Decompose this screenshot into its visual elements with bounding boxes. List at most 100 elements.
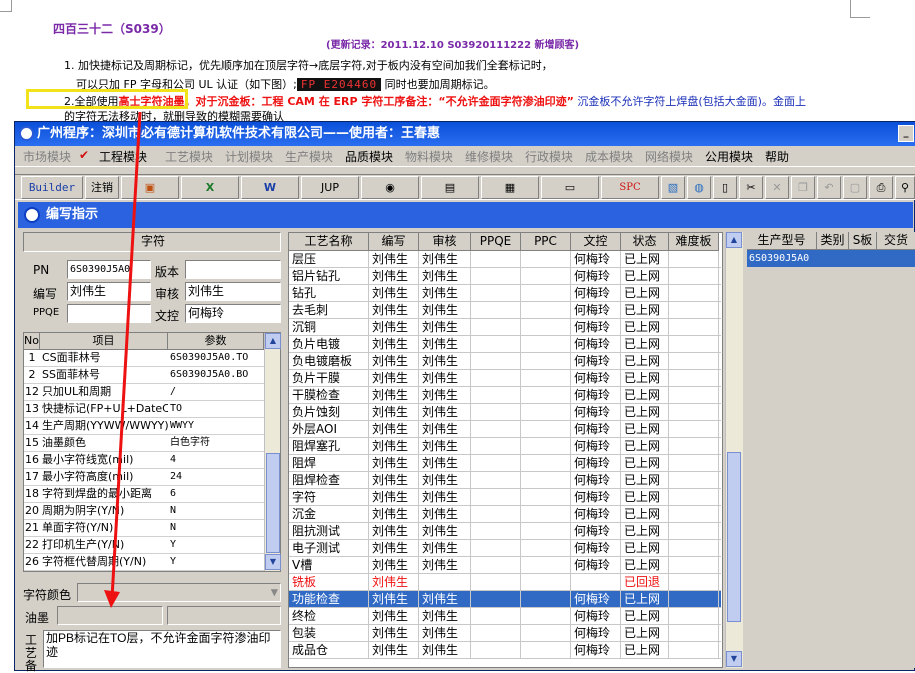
table-row[interactable]: 沉铜 刘伟生 刘伟生 何梅玲 已上网 — [289, 319, 721, 336]
undo-icon[interactable]: ↶ — [817, 176, 841, 199]
scroll-thumb[interactable] — [266, 453, 280, 553]
color-select[interactable]: ▼ — [77, 583, 281, 602]
review-field[interactable]: 刘伟生 — [185, 282, 281, 301]
table-row[interactable]: 负片蚀刻 刘伟生 刘伟生 何梅玲 已上网 — [289, 404, 721, 421]
table-row[interactable]: 14 生产周期(YYWW/WWYY) WWYY — [24, 418, 264, 435]
cell-no: 16 — [25, 453, 39, 466]
menu-network[interactable]: 网络模块 — [645, 148, 693, 165]
table-row[interactable]: 负片干膜 刘伟生 刘伟生 何梅玲 已上网 — [289, 370, 721, 387]
cell-val: 6 — [170, 488, 177, 499]
excel-icon[interactable]: X — [181, 176, 239, 199]
database-icon[interactable]: ▤ — [421, 176, 479, 199]
table-row[interactable]: 6S0390J5A0 — [747, 250, 915, 267]
table-row[interactable]: 12 只加UL和周期 / — [24, 384, 264, 401]
table-row[interactable]: 功能检查 刘伟生 刘伟生 何梅玲 已上网 — [289, 591, 721, 608]
table-row[interactable]: 16 最小字符线宽(mil) 4 — [24, 452, 264, 469]
table-row[interactable]: 阻抗测试 刘伟生 刘伟生 何梅玲 已上网 — [289, 523, 721, 540]
menu-process[interactable]: 工艺模块 — [165, 148, 213, 165]
ink-field-1[interactable] — [57, 606, 163, 625]
table-row[interactable]: 负片电镀 刘伟生 刘伟生 何梅玲 已上网 — [289, 336, 721, 353]
cell: 何梅玲 — [571, 268, 621, 285]
table-row[interactable]: 2 SS面菲林号 6S0390J5A0.BO — [24, 367, 264, 384]
menu-common[interactable]: 公用模块 — [705, 148, 753, 165]
table-row[interactable]: 沉金 刘伟生 刘伟生 何梅玲 已上网 — [289, 506, 721, 523]
version-field[interactable] — [185, 260, 281, 279]
logout-button[interactable]: 注销 — [85, 176, 119, 199]
copy-icon[interactable]: ❐ — [791, 176, 815, 199]
table-row[interactable]: 负电镀磨板 刘伟生 刘伟生 何梅玲 已上网 — [289, 353, 721, 370]
scroll-down-icon[interactable]: ▼ — [265, 554, 281, 570]
table-row[interactable]: 15 油墨颜色 白色字符 — [24, 435, 264, 452]
print-icon[interactable]: ⎙ — [869, 176, 893, 199]
ink-field-2[interactable] — [167, 606, 281, 625]
menu-maintenance[interactable]: 维修模块 — [465, 148, 513, 165]
new-document-icon[interactable]: ▯ — [713, 176, 737, 199]
table-row[interactable]: 钻孔 刘伟生 刘伟生 何梅玲 已上网 — [289, 285, 721, 302]
ppt-icon[interactable]: ▣ — [121, 176, 179, 199]
globe-icon[interactable]: ◍ — [687, 176, 711, 199]
table-row[interactable]: 13 快捷标记(FP+UL+DateCo TO — [24, 401, 264, 418]
table-row[interactable]: 18 字符到焊盘的最小距离 6 — [24, 486, 264, 503]
menu-cost[interactable]: 成本模块 — [585, 148, 633, 165]
menu-material[interactable]: 物料模块 — [405, 148, 453, 165]
scroll-up-icon[interactable]: ▲ — [265, 333, 281, 349]
process-scrollbar[interactable]: ▲ ▼ — [725, 232, 743, 668]
approve-field[interactable]: 何梅玲 — [185, 304, 281, 323]
table-row[interactable]: 22 打印机生产(Y/N) Y — [24, 537, 264, 554]
table-row[interactable]: 21 单面字符(Y/N) N — [24, 520, 264, 537]
cut-icon[interactable]: ✂ — [739, 176, 763, 199]
builder-button[interactable]: Builder — [21, 176, 83, 199]
writer-field[interactable]: 刘伟生 — [67, 282, 151, 301]
parameter-scrollbar[interactable]: ▲ ▼ — [264, 333, 281, 571]
table-row[interactable]: 26 字符框代替周期(Y/N) Y — [24, 554, 264, 571]
printer-device-icon[interactable]: ▭ — [541, 176, 599, 199]
cell-val: N — [170, 522, 177, 533]
table-row[interactable]: 字符 刘伟生 刘伟生 何梅玲 已上网 — [289, 489, 721, 506]
network-icon[interactable]: ▦ — [481, 176, 539, 199]
table-row[interactable]: 去毛刺 刘伟生 刘伟生 何梅玲 已上网 — [289, 302, 721, 319]
menu-plan[interactable]: 计划模块 — [225, 148, 273, 165]
pn-field[interactable]: 6S0390J5A0 — [67, 260, 151, 279]
table-row[interactable]: 铣板 刘伟生 已回退 — [289, 574, 721, 591]
process-note-field[interactable]: 加PB标记在TO层，不允许金面字符渗油印迹 — [43, 630, 281, 668]
menu-engineering[interactable]: 工程模块 — [99, 148, 147, 165]
scroll-thumb[interactable] — [727, 452, 741, 622]
ppqe-field[interactable] — [67, 304, 151, 323]
table-row[interactable]: 包装 刘伟生 刘伟生 何梅玲 已上网 — [289, 625, 721, 642]
table-row[interactable]: 终检 刘伟生 刘伟生 何梅玲 已上网 — [289, 608, 721, 625]
cell-val: Y — [170, 539, 177, 550]
table-row[interactable]: 17 最小字符高度(mil) 24 — [24, 469, 264, 486]
scroll-up-icon[interactable]: ▲ — [726, 232, 742, 248]
image-icon[interactable]: ▧ — [661, 176, 685, 199]
table-row[interactable]: 外层AOI 刘伟生 刘伟生 何梅玲 已上网 — [289, 421, 721, 438]
cell — [471, 472, 521, 489]
menu-quality[interactable]: 品质模块 — [345, 148, 393, 165]
scroll-down-icon[interactable]: ▼ — [726, 651, 742, 667]
table-row[interactable]: 层压 刘伟生 刘伟生 何梅玲 已上网 — [289, 251, 721, 268]
table-row[interactable]: 成品仓 刘伟生 刘伟生 何梅玲 已上网 — [289, 642, 721, 659]
table-row[interactable]: 铝片钻孔 刘伟生 刘伟生 何梅玲 已上网 — [289, 268, 721, 285]
cell: 刘伟生 — [369, 370, 419, 387]
table-row[interactable]: 1 CS面菲林号 6S0390J5A0.TO — [24, 350, 264, 367]
jup-button[interactable]: JUP — [301, 176, 359, 199]
table-row[interactable]: V槽 刘伟生 刘伟生 何梅玲 已上网 — [289, 557, 721, 574]
table-row[interactable]: 阻焊检查 刘伟生 刘伟生 何梅玲 已上网 — [289, 472, 721, 489]
table-row[interactable]: 20 周期为阴字(Y/N) N — [24, 503, 264, 520]
view-eye-icon[interactable]: ◉ — [361, 176, 419, 199]
spc-button[interactable]: SPC — [601, 176, 659, 199]
find-icon[interactable]: ⚲ — [895, 176, 915, 199]
minimize-button[interactable]: _ — [898, 125, 914, 142]
table-row[interactable]: 阻焊塞孔 刘伟生 刘伟生 何梅玲 已上网 — [289, 438, 721, 455]
window-titlebar[interactable]: 广州程序：深圳市必有德计算机软件技术有限公司——使用者：王春惠 _ — [15, 122, 915, 146]
preview-icon[interactable]: ▢ — [843, 176, 867, 199]
word-icon[interactable]: W — [241, 176, 299, 199]
table-row[interactable]: 电子测试 刘伟生 刘伟生 何梅玲 已上网 — [289, 540, 721, 557]
menu-market[interactable]: 市场模块 — [23, 148, 71, 165]
menu-help[interactable]: 帮助 — [765, 148, 789, 165]
menu-admin[interactable]: 行政模块 — [525, 148, 573, 165]
table-row[interactable]: 干膜检查 刘伟生 刘伟生 何梅玲 已上网 — [289, 387, 721, 404]
table-row[interactable]: 阻焊 刘伟生 刘伟生 何梅玲 已上网 — [289, 455, 721, 472]
cell: 刘伟生 — [369, 608, 419, 625]
delete-icon[interactable]: ✕ — [765, 176, 789, 199]
menu-production[interactable]: 生产模块 — [285, 148, 333, 165]
